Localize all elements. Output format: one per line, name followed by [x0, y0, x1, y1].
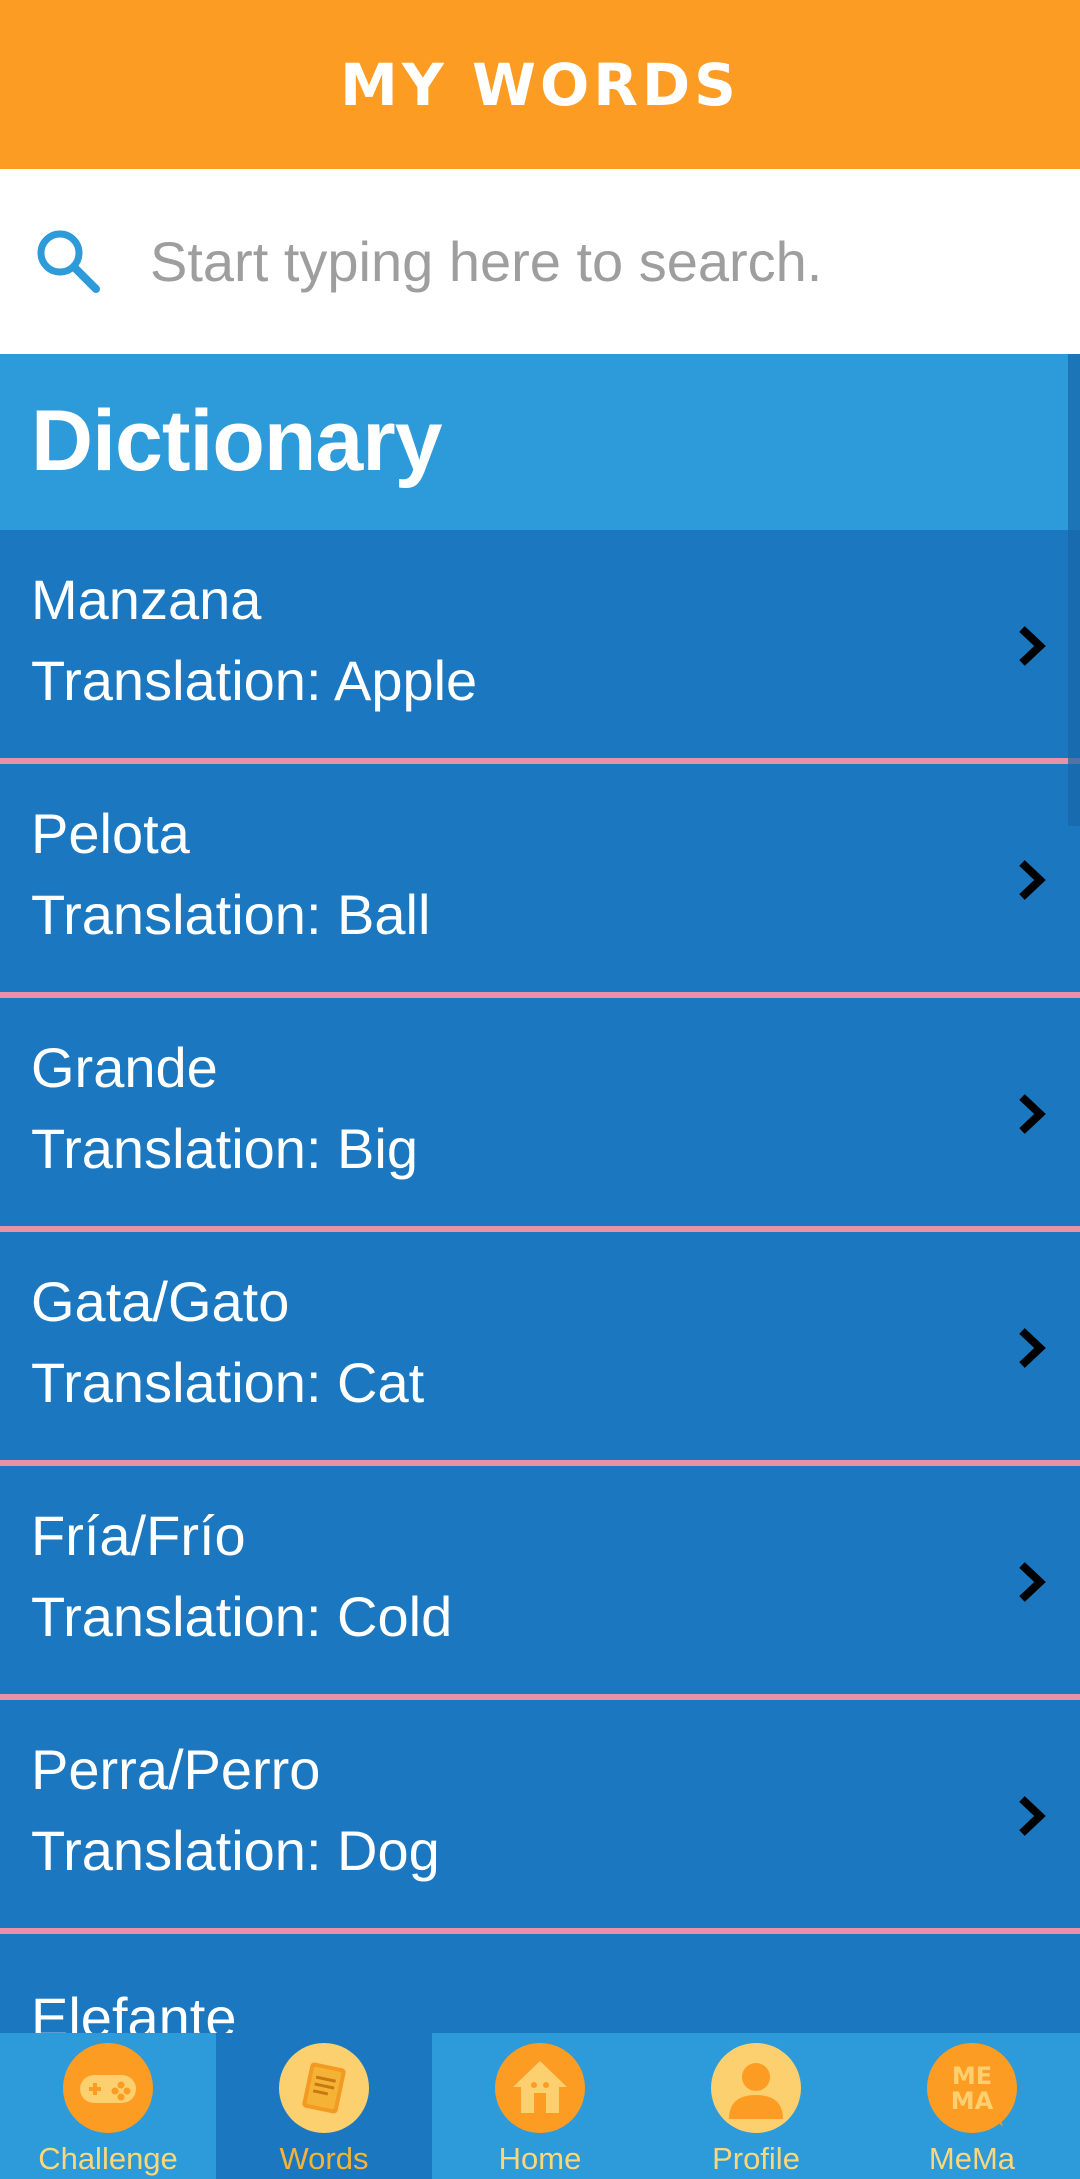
search-input[interactable] — [150, 219, 1050, 303]
person-icon — [711, 2043, 801, 2133]
tab-mema[interactable]: ME MA MeMa — [864, 2033, 1080, 2179]
tab-profile[interactable]: Profile — [648, 2033, 864, 2179]
word-label: Gata/Gato — [31, 1270, 290, 1333]
dictionary-section-header: Dictionary — [0, 354, 1080, 530]
gamepad-icon — [63, 2043, 153, 2133]
svg-text:MA: MA — [951, 2087, 994, 2115]
svg-text:ME: ME — [952, 2062, 992, 2090]
chevron-right-icon — [1019, 1094, 1046, 1134]
tab-challenge[interactable]: Challenge — [0, 2033, 216, 2179]
list-item[interactable]: Pelota Translation: Ball — [0, 764, 1080, 998]
book-icon — [279, 2043, 369, 2133]
translation-label: Translation: Cold — [31, 1585, 453, 1648]
section-title: Dictionary — [31, 393, 443, 489]
word-label: Manzana — [31, 568, 262, 631]
list-item[interactable]: Perra/Perro Translation: Dog — [0, 1700, 1080, 1934]
translation-label: Translation: Dog — [31, 1819, 440, 1882]
translation-label: Translation: Ball — [31, 883, 431, 946]
tab-words[interactable]: Words — [216, 2033, 432, 2179]
translation-label: Translation: Big — [31, 1117, 418, 1180]
search-icon[interactable] — [32, 225, 104, 297]
search-bar — [0, 169, 1080, 354]
mema-logo-icon: ME MA — [927, 2043, 1017, 2133]
chevron-right-icon — [1019, 1796, 1046, 1836]
tab-label: MeMa — [928, 2141, 1016, 2176]
word-list: Manzana Translation: Apple Pelota Transl… — [0, 530, 1080, 2033]
tab-label: Home — [498, 2141, 582, 2176]
list-item[interactable]: Gata/Gato Translation: Cat — [0, 1232, 1080, 1466]
word-label: Fría/Frío — [31, 1504, 246, 1567]
word-label: Perra/Perro — [31, 1738, 321, 1801]
chevron-right-icon — [1019, 626, 1046, 666]
list-item[interactable]: Manzana Translation: Apple — [0, 530, 1080, 764]
app-header: My Words — [0, 0, 1080, 169]
translation-label: Translation: Apple — [31, 649, 478, 712]
house-icon — [495, 2043, 585, 2133]
chevron-right-icon — [1019, 1562, 1046, 1602]
word-label: Grande — [31, 1036, 218, 1099]
word-label: Elefante — [31, 1986, 237, 2033]
tab-label: Profile — [712, 2141, 800, 2176]
tab-label: Words — [279, 2141, 369, 2176]
chevron-right-icon — [1019, 860, 1046, 900]
word-label: Pelota — [31, 802, 190, 865]
page-title: My Words — [340, 50, 740, 119]
translation-label: Translation: Cat — [31, 1351, 425, 1414]
scrollbar[interactable] — [1068, 354, 1080, 826]
tab-label: Challenge — [38, 2141, 178, 2176]
tab-home[interactable]: Home — [432, 2033, 648, 2179]
list-item[interactable]: Elefante — [0, 1934, 1080, 2033]
chevron-right-icon — [1019, 1328, 1046, 1368]
list-item[interactable]: Grande Translation: Big — [0, 998, 1080, 1232]
list-item[interactable]: Fría/Frío Translation: Cold — [0, 1466, 1080, 1700]
bottom-nav: Challenge Words Home Profile ME MA MeMa — [0, 2033, 1080, 2179]
